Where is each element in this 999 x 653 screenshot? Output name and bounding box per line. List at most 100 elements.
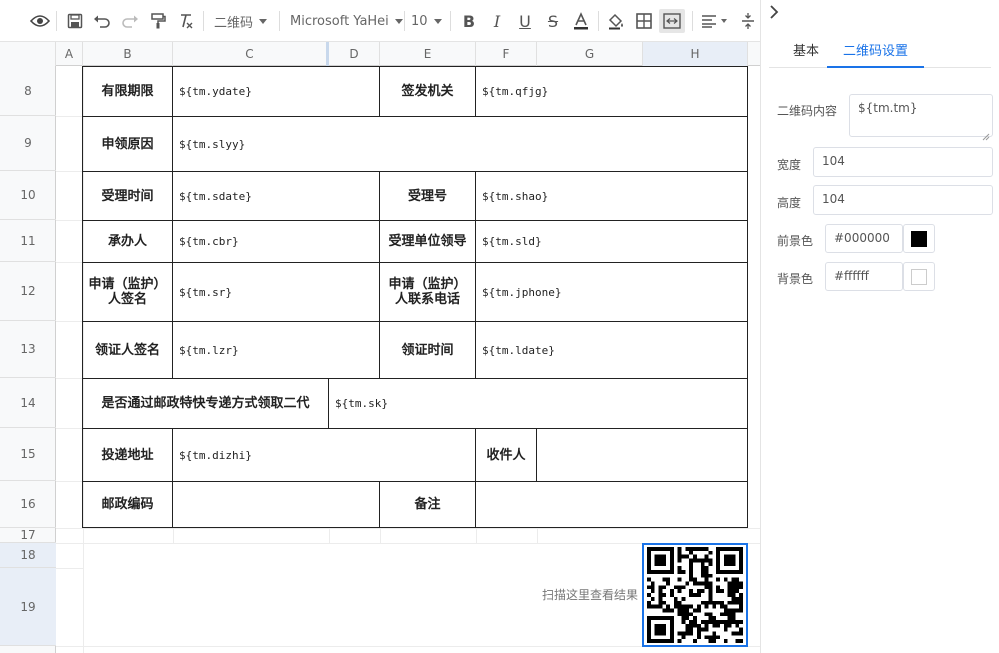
- chevron-down-icon: [259, 18, 268, 24]
- save-icon[interactable]: [64, 9, 86, 33]
- format-mode-select[interactable]: 二维码: [214, 10, 268, 32]
- value-lzr[interactable]: ${tm.lzr}: [173, 322, 379, 378]
- value-sdate[interactable]: ${tm.sdate}: [173, 172, 379, 220]
- row-header-10[interactable]: 10: [0, 171, 56, 220]
- label-valid-period[interactable]: 有限期限: [83, 67, 172, 116]
- clear-format-icon[interactable]: [175, 9, 197, 33]
- value-postal-code[interactable]: [173, 482, 379, 527]
- row-header-15[interactable]: 15: [0, 428, 56, 481]
- value-jphone[interactable]: ${tm.jphone}: [476, 263, 747, 321]
- italic-icon[interactable]: I: [486, 9, 508, 33]
- label-accept-time[interactable]: 受理时间: [83, 172, 172, 220]
- value-ydate[interactable]: ${tm.ydate}: [173, 67, 379, 116]
- properties-panel: 基本 二维码设置 二维码内容 ${tm.tm} 宽度 104 高度 104 前景…: [760, 0, 999, 653]
- label-recipient[interactable]: 收件人: [476, 429, 536, 481]
- label-applicant-phone[interactable]: 申请（监护） 人联系电话: [380, 263, 475, 321]
- sheet-grid[interactable]: 有限期限 ${tm.ydate} 签发机关 ${tm.qfjg} 申领原因 ${…: [56, 66, 760, 653]
- value-slyy[interactable]: ${tm.slyy}: [173, 117, 747, 171]
- foreground-color-label: 前景色: [777, 234, 814, 248]
- background-color-label: 背景色: [777, 272, 814, 286]
- row-header-18[interactable]: 18: [0, 543, 56, 568]
- font-family-select[interactable]: Microsoft YaHei: [290, 10, 403, 32]
- row-header-8[interactable]: 8: [0, 66, 56, 116]
- redo-icon[interactable]: [119, 9, 141, 33]
- column-header-e[interactable]: E: [380, 42, 476, 66]
- column-header-bar: A B C D E F G H: [0, 42, 760, 66]
- row-header-14[interactable]: 14: [0, 378, 56, 428]
- height-input[interactable]: 104: [813, 185, 993, 215]
- border-icon[interactable]: [633, 9, 655, 33]
- resize-handle-icon[interactable]: [982, 126, 990, 141]
- label-postal-code[interactable]: 邮政编码: [83, 482, 172, 527]
- height-label: 高度: [777, 196, 802, 210]
- value-qfjg[interactable]: ${tm.qfjg}: [476, 67, 747, 116]
- background-color-input[interactable]: #ffffff: [825, 262, 903, 291]
- horizontal-align-icon[interactable]: [698, 9, 730, 33]
- row-header-9[interactable]: 9: [0, 116, 56, 171]
- bold-icon[interactable]: B: [458, 9, 480, 33]
- merge-cells-icon[interactable]: [659, 9, 685, 33]
- label-receiver-signature[interactable]: 领证人签名: [83, 322, 172, 378]
- undo-icon[interactable]: [91, 9, 113, 33]
- column-header-b[interactable]: B: [83, 42, 173, 66]
- row-header-17[interactable]: 17: [0, 528, 56, 543]
- label-issuing-authority[interactable]: 签发机关: [380, 67, 475, 116]
- font-size-select[interactable]: 10: [411, 10, 442, 32]
- font-color-icon[interactable]: [570, 9, 592, 33]
- foreground-color-swatch[interactable]: [903, 224, 935, 253]
- label-handler[interactable]: 承办人: [83, 221, 172, 262]
- value-sk[interactable]: ${tm.sk}: [329, 379, 747, 428]
- label-receive-time[interactable]: 领证时间: [380, 322, 475, 378]
- column-header-d[interactable]: D: [329, 42, 380, 66]
- value-dizhi[interactable]: ${tm.dizhi}: [173, 429, 475, 481]
- column-header-g[interactable]: G: [537, 42, 643, 66]
- collapse-panel-chevron-icon[interactable]: [767, 4, 783, 20]
- row-header-16[interactable]: 16: [0, 481, 56, 528]
- width-input[interactable]: 104: [813, 147, 993, 177]
- label-applicant-signature[interactable]: 申请（监护） 人签名: [83, 263, 172, 321]
- qr-content-label: 二维码内容: [777, 104, 838, 118]
- row-header-12[interactable]: 12: [0, 262, 56, 321]
- label-unit-leader[interactable]: 受理单位领导: [380, 221, 475, 262]
- value-cbr[interactable]: ${tm.cbr}: [173, 221, 379, 262]
- underline-icon[interactable]: U: [514, 9, 536, 33]
- column-header-c[interactable]: C: [173, 42, 329, 66]
- select-all-corner[interactable]: [0, 42, 56, 66]
- label-accept-number[interactable]: 受理号: [380, 172, 475, 220]
- strikethrough-icon[interactable]: S: [542, 9, 564, 33]
- fill-color-icon[interactable]: [605, 9, 627, 33]
- label-line-2: 人联系电话: [394, 292, 460, 307]
- label-express-delivery[interactable]: 是否通过邮政特快专递方式领取二代: [83, 379, 328, 428]
- qr-content-textarea[interactable]: ${tm.tm}: [849, 94, 993, 137]
- qr-hint-text: 扫描这里查看结果: [541, 588, 638, 602]
- label-line-1: 申请（监护）: [388, 277, 467, 292]
- value-shao[interactable]: ${tm.shao}: [476, 172, 747, 220]
- tab-qr-settings[interactable]: 二维码设置: [827, 36, 925, 68]
- row-header-19[interactable]: 19: [0, 568, 56, 646]
- value-remarks[interactable]: [476, 482, 747, 527]
- label-remarks[interactable]: 备注: [380, 482, 475, 527]
- column-header-f[interactable]: F: [476, 42, 537, 66]
- row-header-11[interactable]: 11: [0, 220, 56, 262]
- value-recipient[interactable]: [537, 429, 747, 481]
- format-painter-icon[interactable]: [147, 9, 169, 33]
- width-label: 宽度: [777, 158, 802, 172]
- column-header-a[interactable]: A: [56, 42, 83, 66]
- panel-tabs: 基本 二维码设置: [769, 36, 991, 68]
- row-header-bar: 8 9 10 11 12 13 14 15 16 17 18 19: [0, 66, 56, 653]
- value-ldate[interactable]: ${tm.ldate}: [476, 322, 747, 378]
- font-size-value: 10: [411, 13, 428, 29]
- foreground-color-input[interactable]: #000000: [825, 224, 903, 253]
- vertical-align-icon[interactable]: [738, 9, 758, 33]
- row-header-13[interactable]: 13: [0, 321, 56, 378]
- column-header-h[interactable]: H: [643, 42, 748, 66]
- preview-eye-icon[interactable]: [28, 9, 52, 33]
- format-mode-value: 二维码: [214, 15, 254, 31]
- value-sld[interactable]: ${tm.sld}: [476, 221, 747, 262]
- qr-code-image[interactable]: [642, 543, 748, 647]
- background-color-swatch[interactable]: [903, 262, 935, 291]
- chevron-down-icon: [394, 18, 403, 24]
- label-delivery-address[interactable]: 投递地址: [83, 429, 172, 481]
- label-apply-reason[interactable]: 申领原因: [83, 117, 172, 171]
- value-sr[interactable]: ${tm.sr}: [173, 263, 379, 321]
